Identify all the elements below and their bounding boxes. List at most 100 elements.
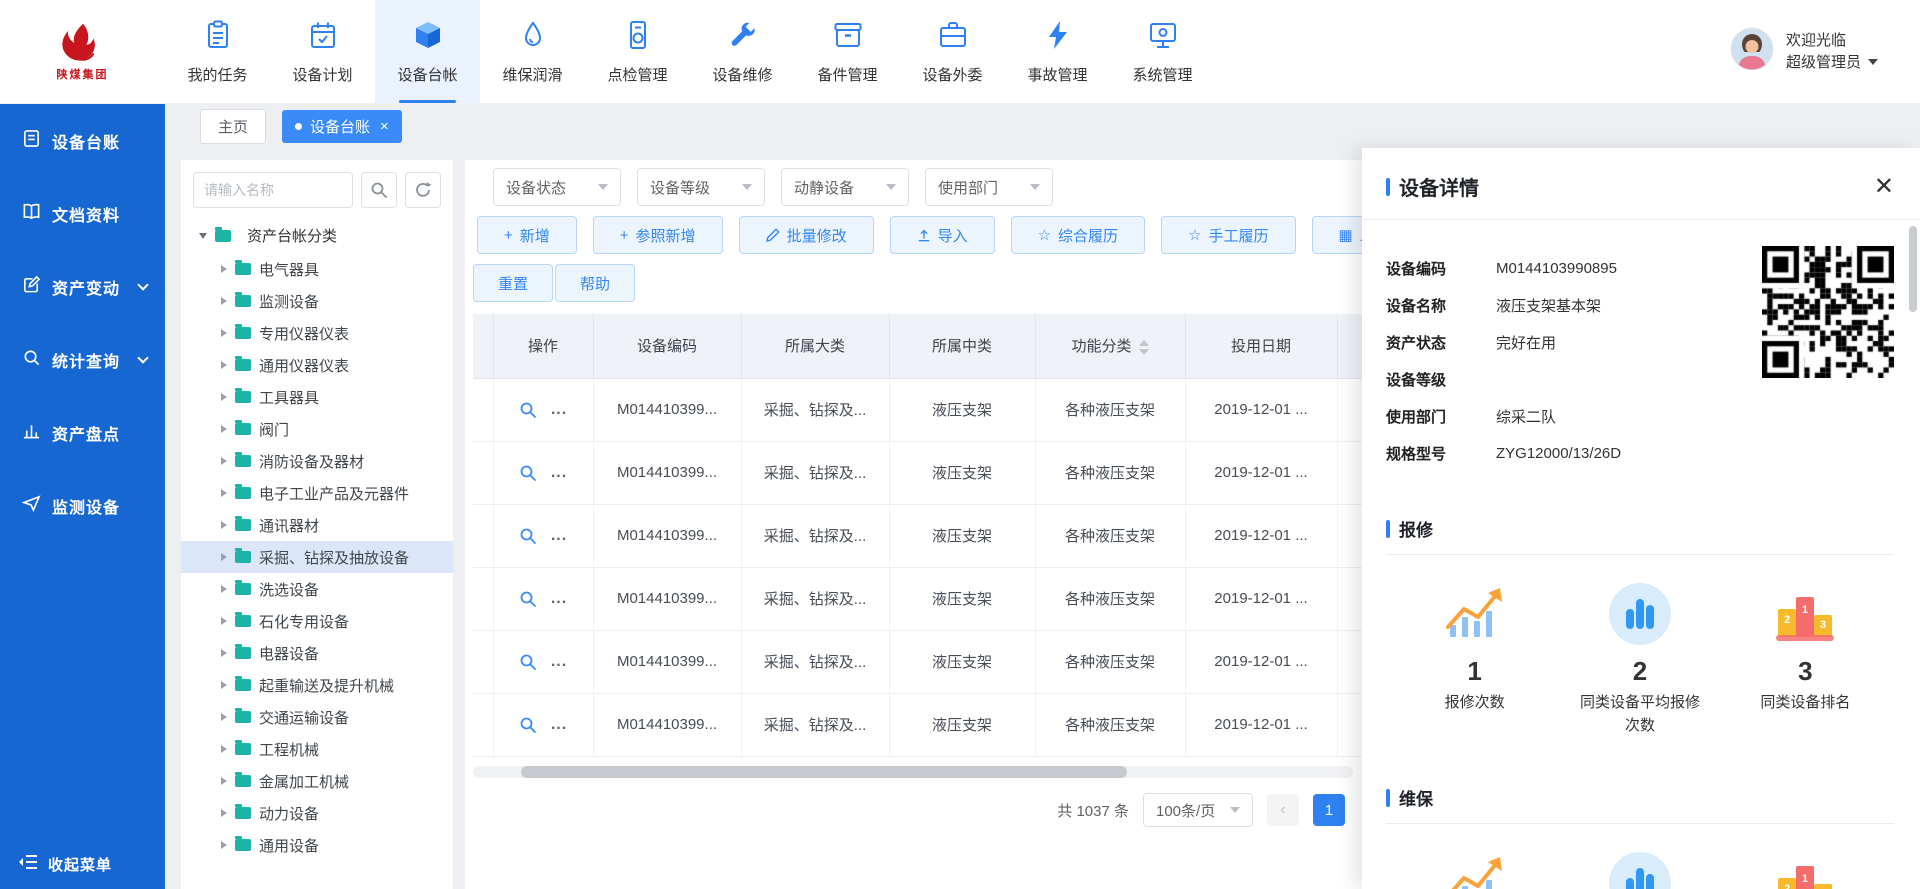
tree-item[interactable]: 监测设备: [181, 285, 453, 317]
tree-item[interactable]: 消防设备及器材: [181, 445, 453, 477]
expand-caret-icon[interactable]: [221, 521, 227, 529]
filter-using-department[interactable]: 使用部门: [925, 168, 1053, 206]
prev-page-button[interactable]: ‹: [1267, 794, 1299, 826]
nav-equipment-outsourcing[interactable]: 设备外委: [900, 0, 1005, 103]
expand-caret-icon[interactable]: [221, 617, 227, 625]
tree-item[interactable]: 电器设备: [181, 637, 453, 669]
expand-caret-icon[interactable]: [221, 361, 227, 369]
add-button[interactable]: +新增: [477, 216, 577, 254]
sidebar-item-monitoring-equipment[interactable]: 监测设备: [0, 469, 165, 542]
nav-equipment-plan[interactable]: 设备计划: [270, 0, 375, 103]
tree-item[interactable]: 交通运输设备: [181, 701, 453, 733]
tree-item[interactable]: 石化专用设备: [181, 605, 453, 637]
help-button[interactable]: 帮助: [555, 264, 635, 302]
tree-item[interactable]: 通用设备: [181, 829, 453, 861]
expand-caret-icon[interactable]: [221, 649, 227, 657]
row-view-icon[interactable]: [519, 716, 537, 734]
row-view-icon[interactable]: [519, 527, 537, 545]
tree-item[interactable]: 金属加工机械: [181, 765, 453, 797]
sort-icon[interactable]: [1139, 340, 1149, 355]
tree-item[interactable]: 通用仪器仪表: [181, 349, 453, 381]
tree-refresh-button[interactable]: [405, 172, 441, 208]
tree-root[interactable]: 资产台帐分类: [181, 218, 453, 253]
nav-my-tasks[interactable]: 我的任务: [165, 0, 270, 103]
row-more-button[interactable]: ...: [551, 464, 567, 482]
expand-caret-icon[interactable]: [221, 393, 227, 401]
tab-equipment-ledger[interactable]: 设备台账 ×: [282, 110, 402, 143]
tree-item[interactable]: 起重输送及提升机械: [181, 669, 453, 701]
page-size-select[interactable]: 100条/页: [1143, 793, 1253, 827]
row-more-button[interactable]: ...: [551, 401, 567, 419]
expand-caret-icon[interactable]: [221, 841, 227, 849]
row-more-button[interactable]: ...: [551, 653, 567, 671]
expand-caret-icon[interactable]: [221, 553, 227, 561]
add-by-reference-button[interactable]: +参照新增: [593, 216, 723, 254]
tree-item[interactable]: 电子工业产品及元器件: [181, 477, 453, 509]
import-button[interactable]: 导入: [890, 216, 995, 254]
row-view-icon[interactable]: [519, 653, 537, 671]
tree-search-input[interactable]: [193, 172, 353, 208]
drawer-close-icon[interactable]: ✕: [1874, 175, 1894, 199]
row-view-icon[interactable]: [519, 464, 537, 482]
tab-close-icon[interactable]: ×: [380, 119, 389, 134]
expand-caret-icon[interactable]: [221, 777, 227, 785]
sidebar-item-asset-inventory[interactable]: 资产盘点: [0, 396, 165, 469]
tree-item[interactable]: 动力设备: [181, 797, 453, 829]
horizontal-scrollbar-thumb[interactable]: [521, 766, 1127, 778]
row-cell: 各种液压支架: [1035, 378, 1185, 441]
sidebar-item-statistics-query[interactable]: 统计查询: [0, 323, 165, 396]
tab-home[interactable]: 主页: [200, 109, 266, 144]
tree-item[interactable]: 洗选设备: [181, 573, 453, 605]
tree-item[interactable]: 阀门: [181, 413, 453, 445]
tree-item[interactable]: 电气器具: [181, 253, 453, 285]
tree-item[interactable]: 通讯器材: [181, 509, 453, 541]
tree-item[interactable]: 采掘、钻探及抽放设备: [181, 541, 453, 573]
user-menu[interactable]: 欢迎光临 超级管理员: [1730, 0, 1920, 103]
drawer-scrollbar-thumb[interactable]: [1909, 226, 1917, 312]
expand-caret-icon[interactable]: [199, 233, 207, 239]
tree-item[interactable]: 工具器具: [181, 381, 453, 413]
row-cell: 采掘、钻探及...: [741, 504, 889, 567]
nav-equipment-repair[interactable]: 设备维修: [690, 0, 795, 103]
sidebar-item-asset-change[interactable]: 资产变动: [0, 250, 165, 323]
expand-caret-icon[interactable]: [221, 809, 227, 817]
row-more-button[interactable]: ...: [551, 527, 567, 545]
expand-caret-icon[interactable]: [221, 457, 227, 465]
expand-caret-icon[interactable]: [221, 265, 227, 273]
expand-caret-icon[interactable]: [221, 489, 227, 497]
expand-caret-icon[interactable]: [221, 713, 227, 721]
nav-spare-parts[interactable]: 备件管理: [795, 0, 900, 103]
horizontal-scrollbar[interactable]: [473, 766, 1353, 778]
sidebar-item-documents[interactable]: 文档资料: [0, 177, 165, 250]
page-1-button[interactable]: 1: [1313, 794, 1345, 826]
expand-caret-icon[interactable]: [221, 425, 227, 433]
filter-equipment-level[interactable]: 设备等级: [637, 168, 765, 206]
batch-edit-button[interactable]: 批量修改: [739, 216, 874, 254]
expand-caret-icon[interactable]: [221, 745, 227, 753]
nav-maintenance-lubrication[interactable]: 维保润滑: [480, 0, 585, 103]
user-dropdown-caret-icon[interactable]: [1868, 59, 1878, 65]
sidebar-item-equipment-ledger[interactable]: 设备台账: [0, 104, 165, 177]
row-more-button[interactable]: ...: [551, 590, 567, 608]
expand-caret-icon[interactable]: [221, 329, 227, 337]
stat-item: [1557, 850, 1722, 889]
row-more-button[interactable]: ...: [551, 716, 567, 734]
collapse-menu-button[interactable]: 收起菜单: [0, 839, 165, 889]
row-view-icon[interactable]: [519, 590, 537, 608]
comprehensive-history-button[interactable]: ☆综合履历: [1011, 216, 1145, 254]
row-view-icon[interactable]: [519, 401, 537, 419]
reset-button[interactable]: 重置: [473, 264, 553, 302]
tree-item[interactable]: 专用仪器仪表: [181, 317, 453, 349]
filter-equipment-status[interactable]: 设备状态: [493, 168, 621, 206]
nav-equipment-ledger[interactable]: 设备台帐: [375, 0, 480, 103]
expand-caret-icon[interactable]: [221, 681, 227, 689]
nav-system-management[interactable]: 系统管理: [1110, 0, 1215, 103]
tree-search-button[interactable]: [361, 172, 397, 208]
expand-caret-icon[interactable]: [221, 297, 227, 305]
filter-dynamic-static[interactable]: 动静设备: [781, 168, 909, 206]
tree-item[interactable]: 工程机械: [181, 733, 453, 765]
nav-inspection-management[interactable]: 点检管理: [585, 0, 690, 103]
nav-accident-management[interactable]: 事故管理: [1005, 0, 1110, 103]
manual-history-button[interactable]: ☆手工履历: [1161, 216, 1295, 254]
expand-caret-icon[interactable]: [221, 585, 227, 593]
